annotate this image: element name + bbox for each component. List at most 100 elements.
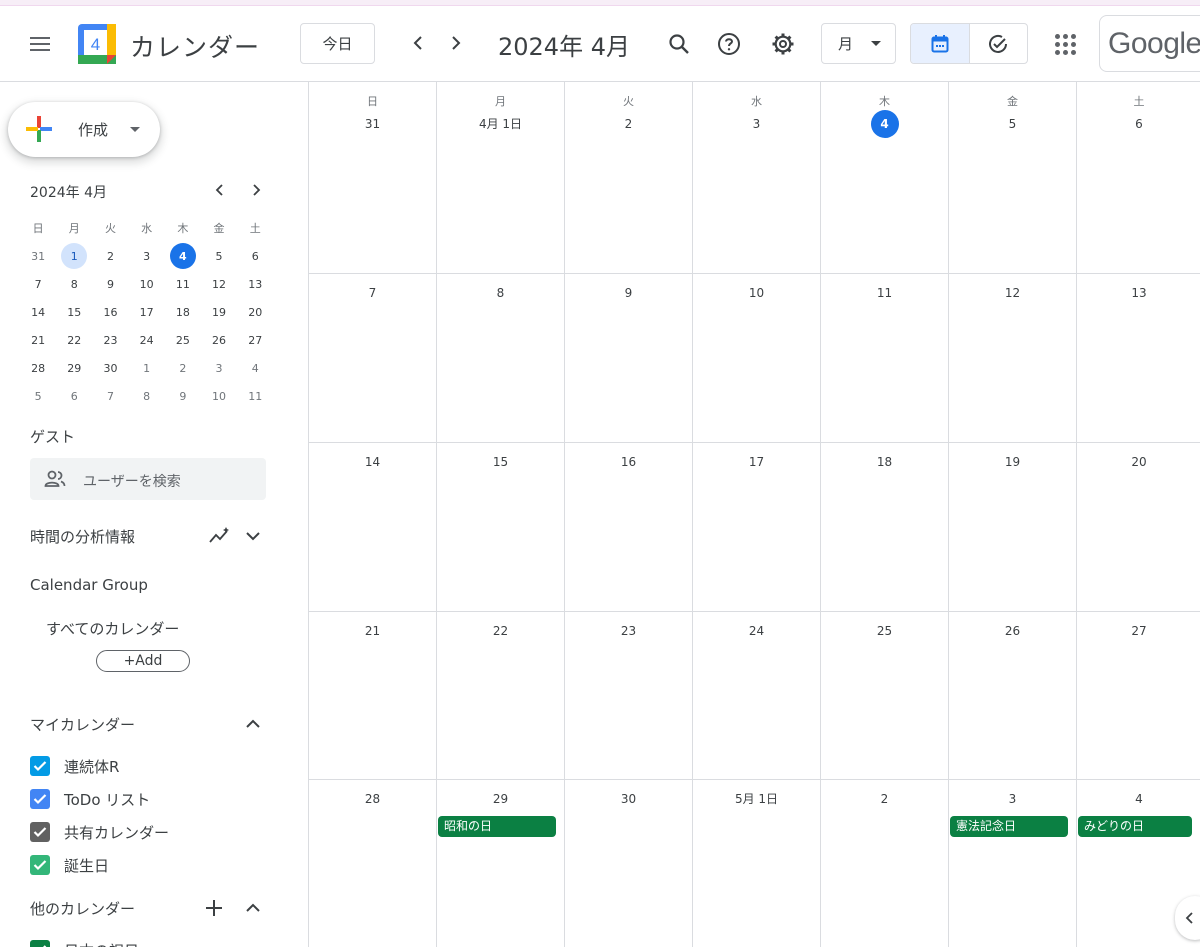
mini-day-cell[interactable]: 14 — [20, 298, 56, 326]
mini-day-cell[interactable]: 23 — [92, 326, 128, 354]
day-cell[interactable]: 9 — [565, 274, 693, 442]
day-cell[interactable]: 21 — [309, 612, 437, 779]
day-cell[interactable]: 8 — [437, 274, 565, 442]
day-cell[interactable]: 水3 — [693, 82, 821, 273]
event-chip[interactable]: 憲法記念日 — [950, 816, 1068, 837]
day-cell[interactable]: 19 — [949, 443, 1077, 611]
checkbox-checked-icon[interactable] — [30, 789, 50, 809]
mini-day-cell[interactable]: 25 — [165, 326, 201, 354]
mini-day-cell[interactable]: 3 — [201, 354, 237, 382]
mini-day-cell[interactable]: 29 — [56, 354, 92, 382]
google-apps-icon[interactable] — [1047, 26, 1083, 62]
mini-day-cell[interactable]: 9 — [165, 382, 201, 410]
day-number[interactable]: 11 — [821, 279, 948, 307]
checkbox-checked-icon[interactable] — [30, 822, 50, 842]
day-number[interactable]: 6 — [1077, 110, 1200, 138]
day-number[interactable]: 30 — [565, 785, 692, 813]
mini-day-cell[interactable]: 2 — [92, 242, 128, 270]
day-cell[interactable]: 5月 1日 — [693, 780, 821, 947]
day-cell[interactable]: 20 — [1077, 443, 1200, 611]
previous-period-button[interactable] — [402, 27, 434, 59]
mini-day-cell[interactable]: 11 — [237, 382, 273, 410]
day-cell[interactable]: 27 — [1077, 612, 1200, 779]
mini-day-cell[interactable]: 18 — [165, 298, 201, 326]
mini-day-cell[interactable]: 15 — [56, 298, 92, 326]
day-number[interactable]: 22 — [437, 617, 564, 645]
day-number[interactable]: 2 — [821, 785, 948, 813]
day-number[interactable]: 31 — [309, 110, 436, 138]
day-number[interactable]: 3 — [693, 110, 820, 138]
calendar-list-item[interactable]: 日本の祝日 — [30, 938, 139, 947]
other-calendars-collapse-button[interactable] — [241, 896, 265, 920]
day-number[interactable]: 25 — [821, 617, 948, 645]
day-cell[interactable]: 16 — [565, 443, 693, 611]
day-number[interactable]: 21 — [309, 617, 436, 645]
mini-day-cell[interactable]: 31 — [20, 242, 56, 270]
mini-day-cell[interactable]: 16 — [92, 298, 128, 326]
day-number[interactable]: 15 — [437, 448, 564, 476]
checkbox-checked-icon[interactable] — [30, 756, 50, 776]
day-number[interactable]: 13 — [1077, 279, 1200, 307]
all-calendars-item[interactable]: すべてのカレンダー — [46, 618, 179, 639]
day-number[interactable]: 18 — [821, 448, 948, 476]
day-cell[interactable]: 25 — [821, 612, 949, 779]
calendar-view-toggle[interactable] — [911, 24, 970, 63]
day-cell[interactable]: 26 — [949, 612, 1077, 779]
day-cell[interactable]: 木4 — [821, 82, 949, 273]
mini-day-cell[interactable]: 10 — [201, 382, 237, 410]
mini-day-cell[interactable]: 24 — [129, 326, 165, 354]
day-cell[interactable]: 土6 — [1077, 82, 1200, 273]
day-cell[interactable]: 17 — [693, 443, 821, 611]
day-number[interactable]: 9 — [565, 279, 692, 307]
mini-day-cell[interactable]: 10 — [129, 270, 165, 298]
day-number[interactable]: 16 — [565, 448, 692, 476]
mini-day-cell[interactable]: 7 — [92, 382, 128, 410]
day-cell[interactable]: 30 — [565, 780, 693, 947]
event-chip[interactable]: 昭和の日 — [438, 816, 556, 837]
mini-day-cell[interactable]: 8 — [56, 270, 92, 298]
day-number[interactable]: 19 — [949, 448, 1076, 476]
day-cell[interactable]: 月 4月 1日 — [437, 82, 565, 273]
day-cell[interactable]: 11 — [821, 274, 949, 442]
checkbox-checked-icon[interactable] — [30, 855, 50, 875]
mini-day-cell[interactable]: 1 — [56, 242, 92, 270]
mini-day-cell[interactable]: 5 — [201, 242, 237, 270]
mini-day-cell[interactable]: 2 — [165, 354, 201, 382]
day-cell[interactable]: 29 昭和の日 — [437, 780, 565, 947]
day-cell[interactable]: 金5 — [949, 82, 1077, 273]
mini-day-cell[interactable]: 13 — [237, 270, 273, 298]
mini-day-cell[interactable]: 19 — [201, 298, 237, 326]
help-button[interactable] — [711, 26, 747, 62]
mini-day-cell[interactable]: 26 — [201, 326, 237, 354]
mini-day-cell[interactable]: 5 — [20, 382, 56, 410]
day-cell[interactable]: 12 — [949, 274, 1077, 442]
day-number[interactable]: 14 — [309, 448, 436, 476]
mini-day-cell[interactable]: 6 — [56, 382, 92, 410]
day-cell[interactable]: 23 — [565, 612, 693, 779]
settings-button[interactable] — [765, 26, 801, 62]
search-people-input[interactable]: ユーザーを検索 — [30, 458, 266, 500]
create-button[interactable]: 作成 — [8, 102, 160, 157]
main-menu-button[interactable] — [22, 26, 58, 62]
view-selector[interactable]: 月 — [821, 23, 896, 64]
mini-day-cell[interactable]: 17 — [129, 298, 165, 326]
mini-day-cell[interactable]: 4 — [237, 354, 273, 382]
mini-day-cell[interactable]: 27 — [237, 326, 273, 354]
search-button[interactable] — [661, 26, 697, 62]
day-cell[interactable]: 日 31 — [309, 82, 437, 273]
day-cell[interactable]: 28 — [309, 780, 437, 947]
day-number[interactable]: 4 — [1077, 785, 1200, 813]
today-button[interactable]: 今日 — [300, 23, 375, 64]
day-number[interactable]: 20 — [1077, 448, 1200, 476]
mini-day-cell[interactable]: 7 — [20, 270, 56, 298]
day-number[interactable]: 5 — [949, 110, 1076, 138]
day-number[interactable]: 26 — [949, 617, 1076, 645]
mini-day-cell[interactable]: 9 — [92, 270, 128, 298]
mini-calendar-previous-button[interactable] — [208, 178, 232, 202]
checkbox-checked-icon[interactable] — [30, 940, 50, 947]
calendar-list-item[interactable]: 連続体R — [30, 754, 119, 778]
day-cell[interactable]: 18 — [821, 443, 949, 611]
calendar-list-item[interactable]: 誕生日 — [30, 853, 109, 877]
day-number[interactable]: 12 — [949, 279, 1076, 307]
day-number[interactable]: 27 — [1077, 617, 1200, 645]
